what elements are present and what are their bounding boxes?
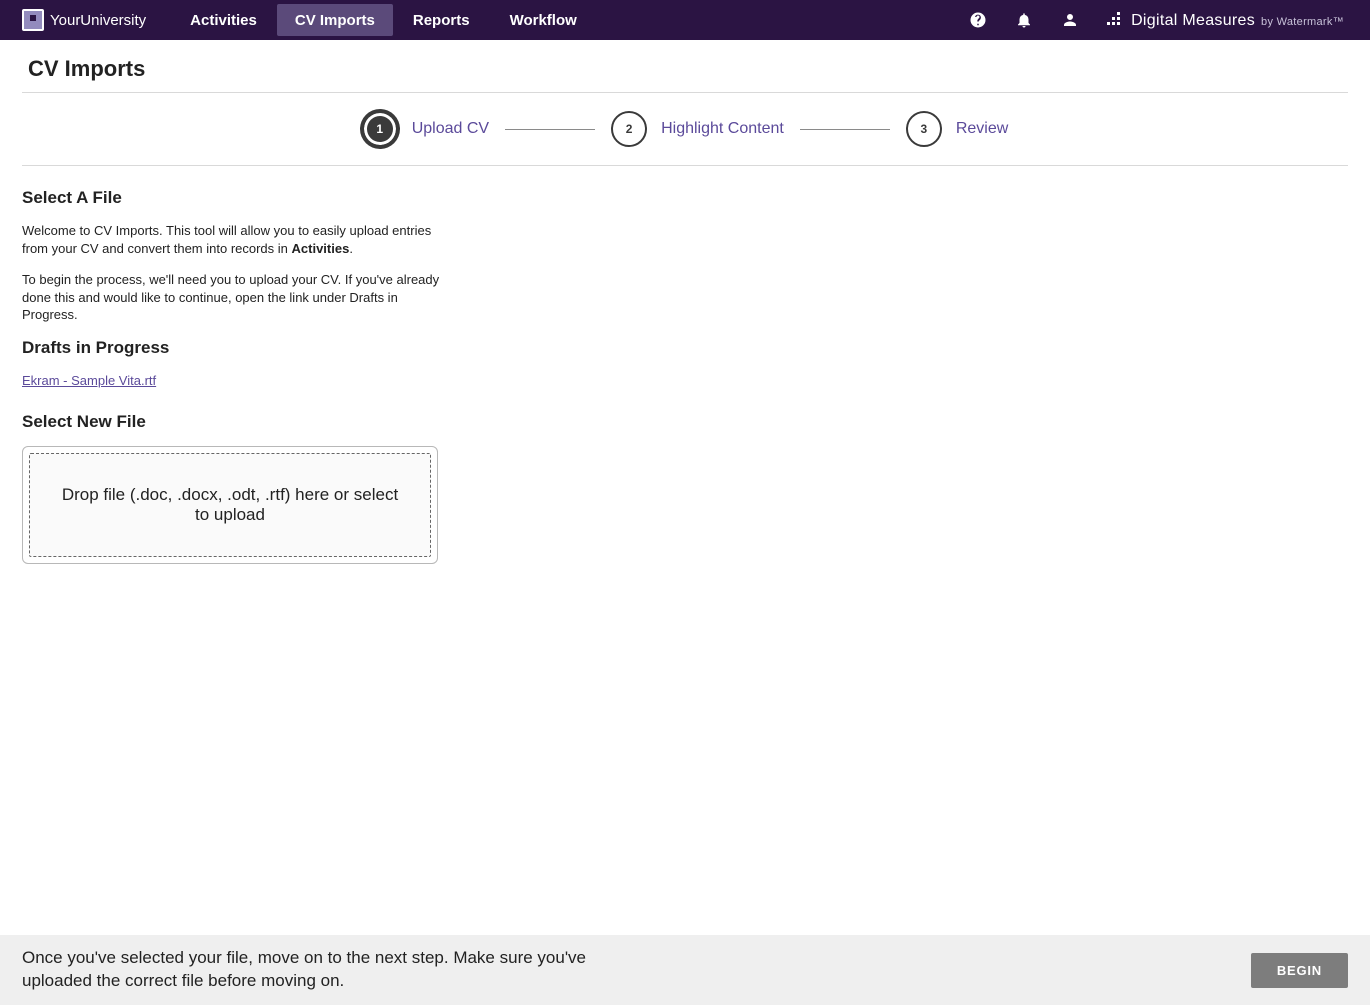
stepper-connector: [505, 129, 595, 130]
step-3-label: Review: [956, 120, 1008, 138]
footer: Once you've selected your file, move on …: [0, 935, 1370, 1005]
step-1-badge: 1: [362, 111, 398, 147]
product-byline: by Watermark™: [1261, 16, 1344, 28]
product-brand[interactable]: Digital Measures by Watermark™: [1107, 11, 1344, 30]
nav: Activities CV Imports Reports Workflow: [170, 0, 597, 40]
nav-reports[interactable]: Reports: [393, 0, 490, 40]
product-name: Digital Measures: [1131, 12, 1255, 30]
product-dots-icon: [1107, 11, 1121, 25]
header-right: Digital Measures by Watermark™: [969, 11, 1370, 30]
step-highlight-content[interactable]: 2 Highlight Content: [611, 111, 784, 147]
dropzone-text: Drop file (.doc, .docx, .odt, .rtf) here…: [60, 485, 400, 525]
step-review[interactable]: 3 Review: [906, 111, 1008, 147]
select-new-file-heading: Select New File: [22, 412, 452, 432]
help-icon[interactable]: [969, 11, 987, 29]
brand-text: YourUniversity: [50, 12, 146, 29]
draft-link[interactable]: Ekram - Sample Vita.rtf: [22, 373, 156, 388]
content: Select A File Welcome to CV Imports. Thi…: [22, 166, 452, 564]
step-3-badge: 3: [906, 111, 942, 147]
nav-activities[interactable]: Activities: [170, 0, 277, 40]
stepper: 1 Upload CV 2 Highlight Content 3 Review: [22, 93, 1348, 165]
topbar: YourUniversity Activities CV Imports Rep…: [0, 0, 1370, 40]
brand[interactable]: YourUniversity: [0, 9, 158, 31]
drafts-heading: Drafts in Progress: [22, 338, 452, 358]
bell-icon[interactable]: [1015, 11, 1033, 29]
step-2-badge: 2: [611, 111, 647, 147]
dropzone-container: Drop file (.doc, .docx, .odt, .rtf) here…: [22, 446, 438, 564]
step-2-label: Highlight Content: [661, 120, 784, 138]
nav-workflow[interactable]: Workflow: [490, 0, 597, 40]
nav-cv-imports[interactable]: CV Imports: [277, 4, 393, 36]
stepper-connector: [800, 129, 890, 130]
intro-paragraph-1: Welcome to CV Imports. This tool will al…: [22, 222, 452, 257]
university-logo-icon: [22, 9, 44, 31]
user-icon[interactable]: [1061, 11, 1079, 29]
select-file-heading: Select A File: [22, 188, 452, 208]
page-title: CV Imports: [28, 56, 1348, 82]
file-dropzone[interactable]: Drop file (.doc, .docx, .odt, .rtf) here…: [29, 453, 431, 557]
footer-hint: Once you've selected your file, move on …: [22, 947, 642, 993]
begin-button[interactable]: BEGIN: [1251, 953, 1348, 988]
step-1-label: Upload CV: [412, 120, 489, 138]
step-upload-cv[interactable]: 1 Upload CV: [362, 111, 489, 147]
page-body: CV Imports 1 Upload CV 2 Highlight Conte…: [0, 56, 1370, 564]
intro-paragraph-2: To begin the process, we'll need you to …: [22, 271, 452, 324]
